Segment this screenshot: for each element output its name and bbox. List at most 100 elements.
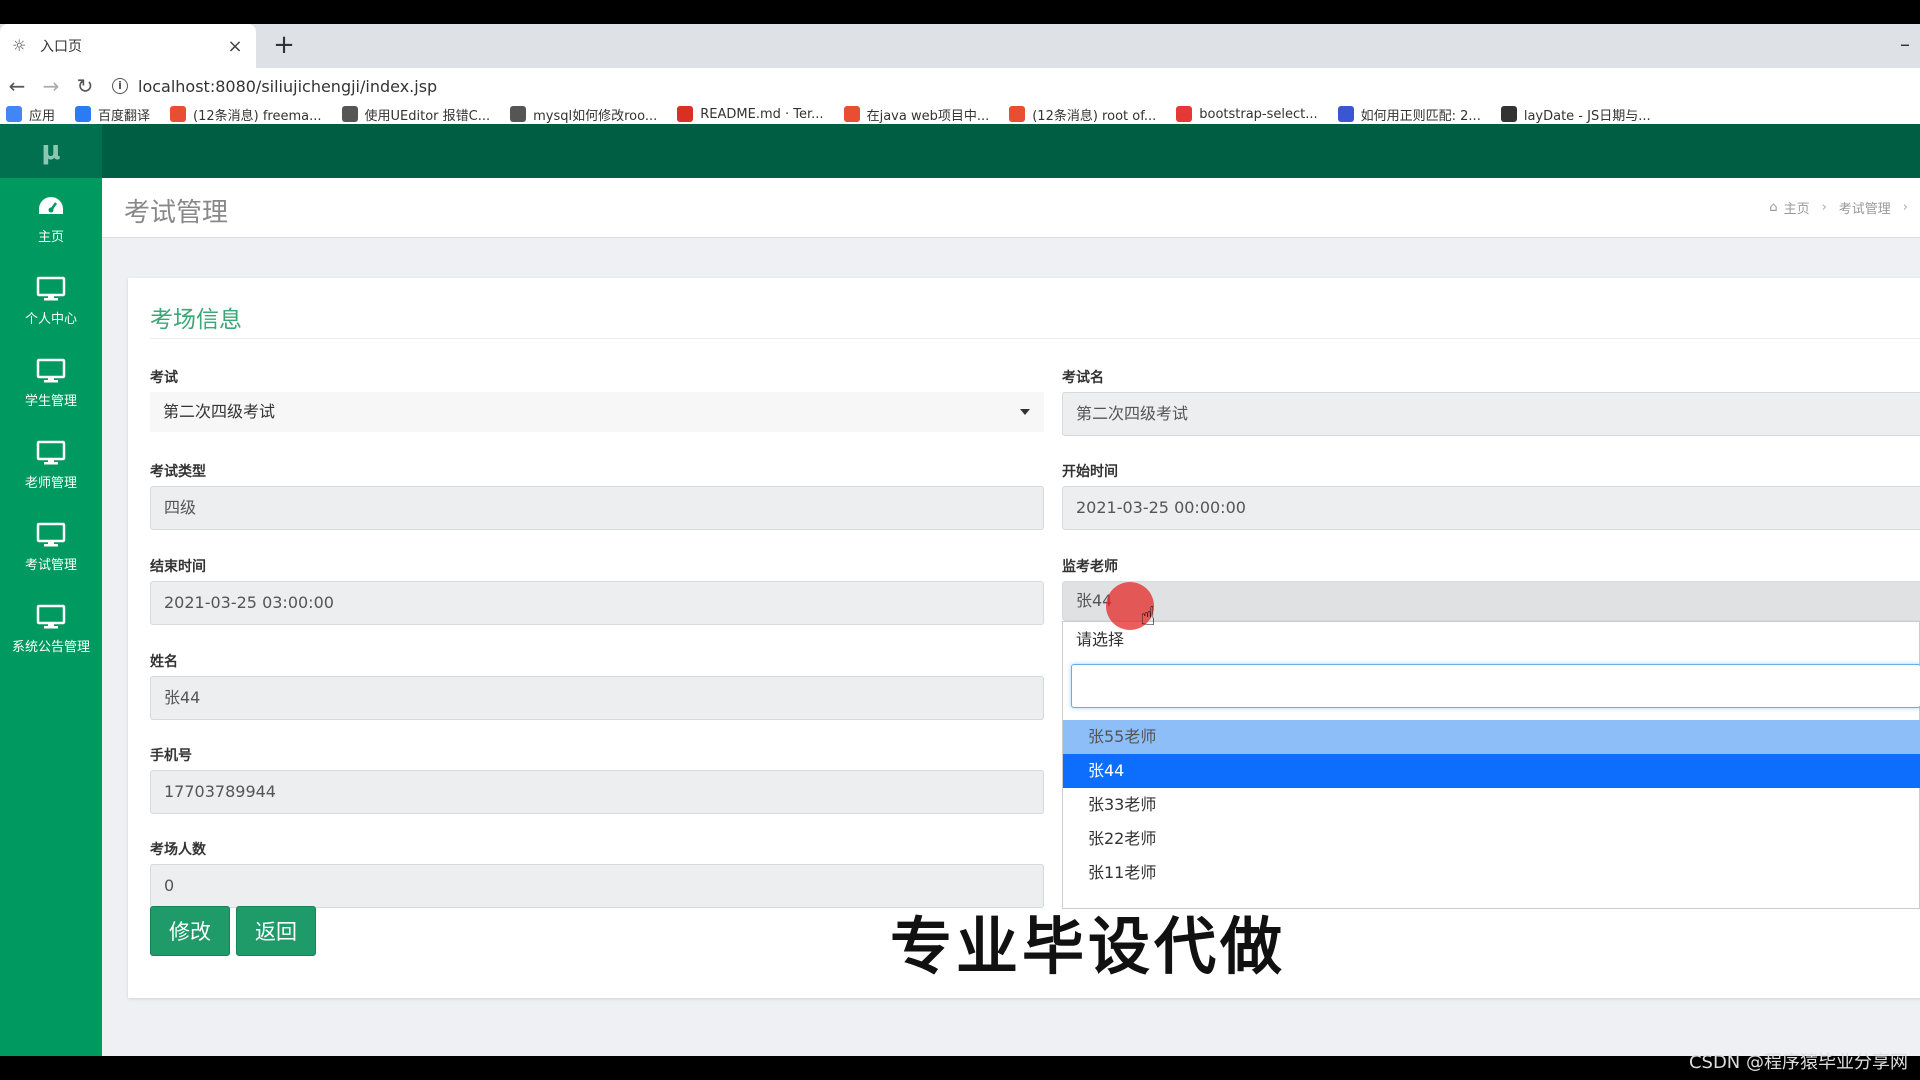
sidebar-item-label: 老师管理 bbox=[24, 475, 77, 491]
divider bbox=[150, 338, 1920, 339]
bookmark-item[interactable]: 使用UEditor 报错C... bbox=[341, 105, 491, 124]
bookmark-item[interactable]: 百度翻译 bbox=[75, 105, 150, 124]
phone-field[interactable]: 17703789944 bbox=[150, 770, 1044, 814]
breadcrumb-current: 考试管理 bbox=[1838, 202, 1891, 217]
bookmark-label: 应用 bbox=[29, 108, 56, 124]
room-count-label: 考场人数 bbox=[150, 842, 206, 858]
address-bar[interactable]: i localhost:8080/siliujichengji/index.js… bbox=[112, 70, 437, 102]
apps-grid-icon bbox=[6, 106, 22, 122]
page-header: 考试管理 ⌂ 主页 › 考试管理 › bbox=[102, 178, 1920, 238]
bookmark-label: README.md · Ter... bbox=[700, 106, 824, 122]
bookmark-item[interactable]: 应用 bbox=[6, 105, 55, 124]
window-minimize-icon[interactable]: – bbox=[1900, 32, 1910, 56]
reload-icon[interactable]: ↻ bbox=[68, 69, 102, 103]
sidebar-item-personal-center[interactable]: 个人中心 bbox=[0, 260, 102, 342]
bookmark-label: 百度翻译 bbox=[98, 108, 151, 124]
bookmark-item[interactable]: 在java web项目中... bbox=[843, 105, 990, 124]
exam-name-label: 考试名 bbox=[1062, 370, 1104, 386]
dropdown-header: 请选择 bbox=[1076, 630, 1125, 649]
bookmark-item[interactable]: README.md · Ter... bbox=[677, 106, 824, 122]
bookmark-label: (12条消息) root of... bbox=[1032, 108, 1157, 124]
dropdown-option[interactable]: 张55老师 bbox=[1063, 720, 1920, 754]
exam-label: 考试 bbox=[150, 370, 178, 386]
end-time-label: 结束时间 bbox=[150, 559, 206, 575]
browser-tab-strip: ☼ 入口页 × + – bbox=[0, 24, 1920, 68]
bookmark-favicon-icon bbox=[170, 106, 187, 122]
dropdown-option[interactable]: 张11老师 bbox=[1063, 856, 1920, 890]
new-tab-plus-icon[interactable]: + bbox=[268, 30, 300, 62]
teacher-label: 监考老师 bbox=[1062, 559, 1118, 575]
close-icon[interactable]: × bbox=[226, 36, 244, 57]
app-logo[interactable]: μ bbox=[0, 124, 102, 178]
bookmark-label: 在java web项目中... bbox=[866, 108, 990, 124]
sidebar-item-label: 考试管理 bbox=[24, 557, 77, 573]
back-arrow-icon[interactable]: ← bbox=[0, 69, 34, 103]
bookmark-label: bootstrap-select... bbox=[1199, 106, 1318, 122]
teacher-select[interactable]: 张44 bbox=[1062, 581, 1920, 621]
tab-title: 入口页 bbox=[40, 39, 82, 55]
edit-button[interactable]: 修改 bbox=[150, 906, 230, 956]
name-field[interactable]: 张44 bbox=[150, 676, 1044, 720]
chevron-right-icon: › bbox=[1902, 200, 1908, 215]
sidebar-item-student-management[interactable]: 学生管理 bbox=[0, 342, 102, 424]
bookmark-item[interactable]: mysql如何修改roo... bbox=[510, 105, 657, 124]
screen-top-border bbox=[0, 0, 1920, 24]
url-text: localhost:8080/siliujichengji/index.jsp bbox=[138, 76, 438, 96]
bookmark-favicon-icon bbox=[510, 106, 527, 122]
bookmark-favicon-icon bbox=[1337, 106, 1354, 122]
exam-type-field[interactable]: 四级 bbox=[150, 486, 1044, 530]
watermark: CSDN @程序猿毕业分享网 bbox=[1688, 1052, 1908, 1073]
sidebar-item-exam-management[interactable]: 考试管理 bbox=[0, 506, 102, 588]
sidebar-item-label: 主页 bbox=[37, 229, 64, 245]
bookmark-favicon-icon bbox=[677, 106, 694, 122]
back-button[interactable]: 返回 bbox=[236, 906, 316, 956]
breadcrumb: ⌂ 主页 › 考试管理 › bbox=[1769, 198, 1908, 217]
bookmark-item[interactable]: layDate - JS日期与... bbox=[1500, 105, 1651, 124]
overlay-banner-text: 专业毕设代做 bbox=[890, 910, 1287, 983]
exam-select-value: 第二次四级考试 bbox=[163, 402, 276, 421]
forward-arrow-icon[interactable]: → bbox=[34, 69, 68, 103]
info-icon[interactable]: i bbox=[112, 78, 128, 94]
sidebar-item-label: 个人中心 bbox=[24, 311, 77, 327]
bookmark-favicon-icon bbox=[843, 106, 860, 122]
exam-select[interactable]: 第二次四级考试 bbox=[150, 392, 1044, 432]
sidebar-item-label: 系统公告管理 bbox=[11, 639, 90, 655]
sidebar-item-teacher-management[interactable]: 老师管理 bbox=[0, 424, 102, 506]
home-icon: ⌂ bbox=[1769, 200, 1778, 215]
teacher-dropdown: 请选择 张55老师 张44 张33老师 张22老师 张11老师 bbox=[1062, 621, 1920, 909]
exam-type-label: 考试类型 bbox=[150, 464, 206, 480]
dropdown-option[interactable]: 张22老师 bbox=[1063, 822, 1920, 856]
app-topbar: μ bbox=[0, 124, 1920, 178]
sidebar: 主页 个人中心 学生管理 老师管理 考试管理 系统公告管理 bbox=[0, 178, 102, 1056]
bookmark-item[interactable]: (12条消息) freema... bbox=[170, 105, 322, 124]
bookmark-item[interactable]: bootstrap-select... bbox=[1176, 106, 1318, 122]
bookmark-label: 如何用正则匹配: 2... bbox=[1360, 108, 1481, 124]
end-time-field[interactable]: 2021-03-25 03:00:00 bbox=[150, 581, 1044, 625]
start-time-label: 开始时间 bbox=[1062, 464, 1118, 480]
globe-icon: ☼ bbox=[12, 36, 27, 55]
chevron-right-icon: › bbox=[1821, 200, 1827, 215]
sidebar-item-label: 学生管理 bbox=[24, 393, 77, 409]
page-title: 考试管理 bbox=[124, 198, 229, 228]
bookmark-label: 使用UEditor 报错C... bbox=[364, 108, 491, 124]
dropdown-option[interactable]: 张33老师 bbox=[1063, 788, 1920, 822]
dropdown-option-selected[interactable]: 张44 bbox=[1063, 754, 1920, 788]
card-title: 考场信息 bbox=[150, 307, 242, 333]
bookmark-label: mysql如何修改roo... bbox=[533, 108, 658, 124]
bookmark-favicon-icon bbox=[1176, 106, 1193, 122]
bookmark-favicon-icon bbox=[1500, 106, 1517, 122]
caret-down-icon bbox=[1020, 409, 1030, 415]
sidebar-item-home[interactable]: 主页 bbox=[0, 178, 102, 260]
monitor-icon bbox=[36, 440, 66, 464]
exam-name-field[interactable]: 第二次四级考试 bbox=[1062, 392, 1920, 436]
sidebar-item-announcement-management[interactable]: 系统公告管理 bbox=[0, 588, 102, 670]
start-time-field[interactable]: 2021-03-25 00:00:00 bbox=[1062, 486, 1920, 530]
monitor-icon bbox=[36, 522, 66, 546]
browser-tab[interactable]: ☼ 入口页 × bbox=[0, 24, 256, 68]
bookmark-item[interactable]: (12条消息) root of... bbox=[1009, 105, 1156, 124]
screen-bottom-border bbox=[0, 1056, 1920, 1080]
bookmark-label: layDate - JS日期与... bbox=[1523, 108, 1651, 124]
breadcrumb-home[interactable]: 主页 bbox=[1784, 198, 1810, 217]
bookmark-item[interactable]: 如何用正则匹配: 2... bbox=[1337, 105, 1481, 124]
dropdown-search-input[interactable] bbox=[1071, 664, 1920, 708]
